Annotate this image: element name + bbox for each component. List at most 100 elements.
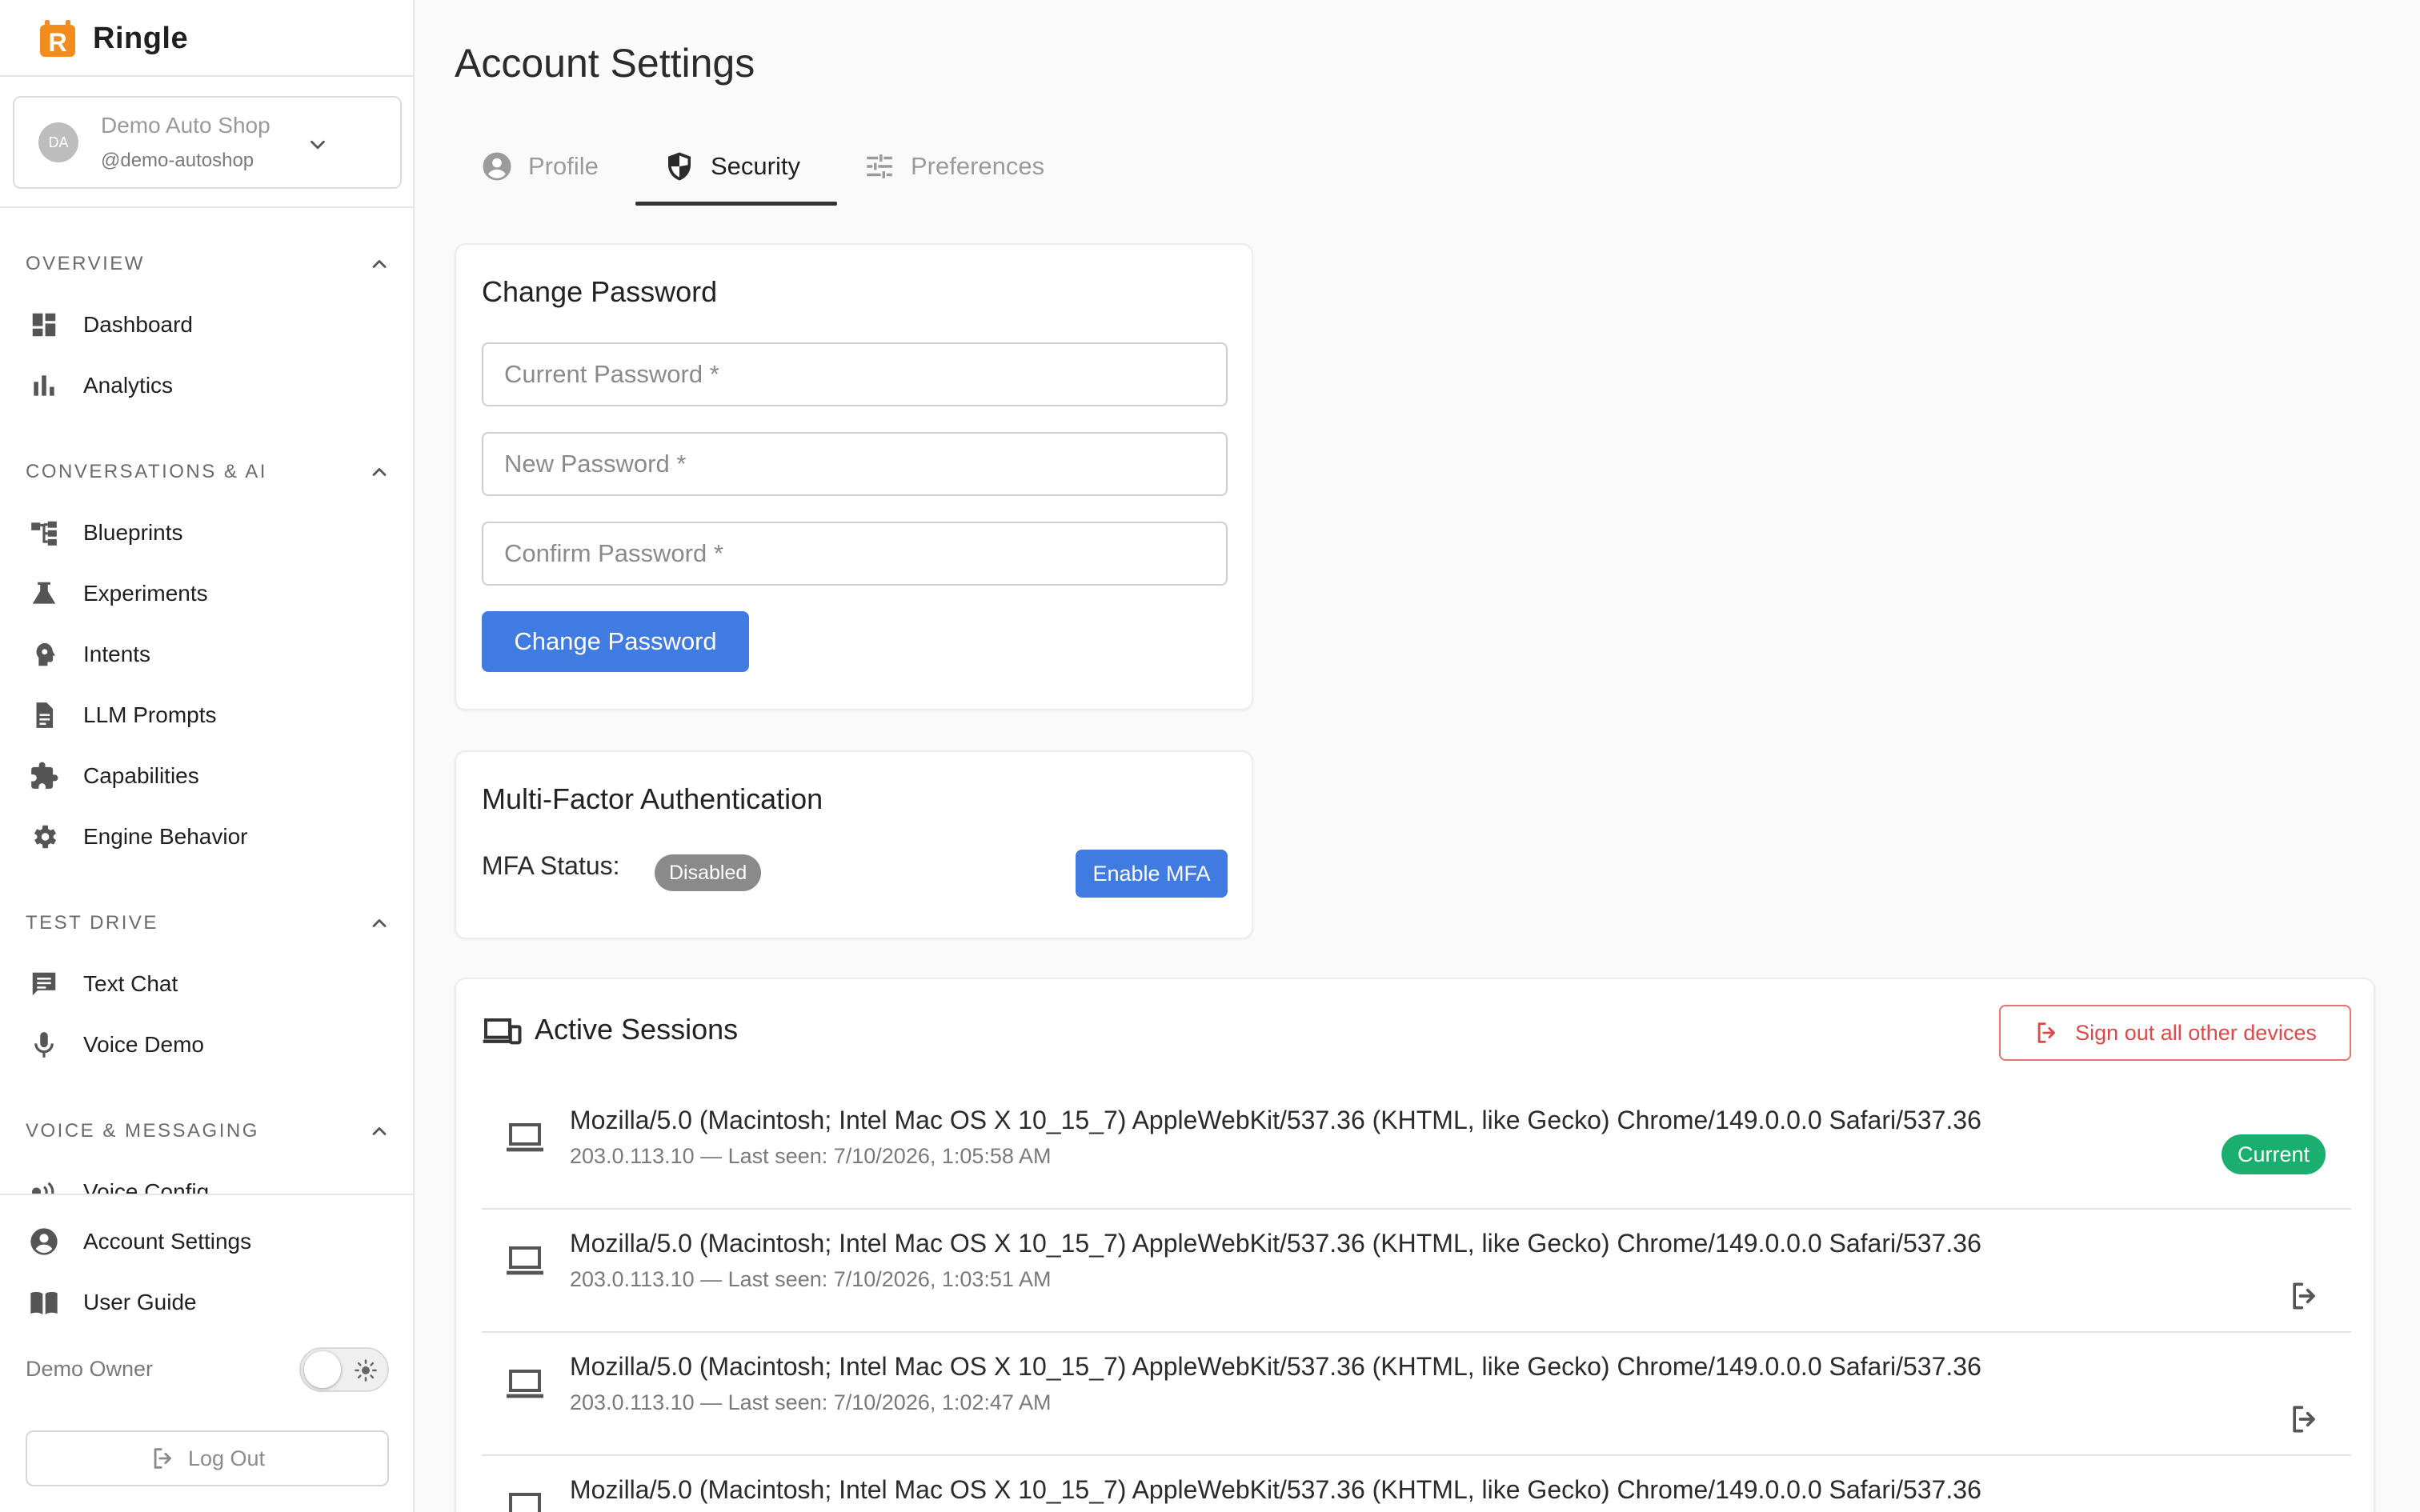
- chevron-up-icon: [372, 468, 387, 476]
- sidebar-item-dashboard[interactable]: Dashboard: [0, 299, 413, 350]
- voice-waves-icon: [27, 1175, 61, 1194]
- logout-icon: [2037, 1022, 2056, 1043]
- sign-out-all-label: Sign out all other devices: [2075, 1020, 2317, 1045]
- section-title: CONVERSATIONS & AI: [26, 461, 267, 482]
- book-icon: [27, 1286, 61, 1319]
- session-row: Mozilla/5.0 (Macintosh; Intel Mac OS X 1…: [482, 1210, 2351, 1333]
- microphone-icon: [27, 1028, 61, 1062]
- laptop-icon: [507, 1123, 543, 1152]
- sidebar-item-voice-config[interactable]: Voice Config: [0, 1166, 413, 1194]
- session-meta: 203.0.113.10 — Last seen: 7/10/2026, 1:0…: [570, 1144, 1052, 1168]
- session-meta: 203.0.113.10 — Last seen: 7/10/2026, 1:0…: [570, 1390, 1052, 1414]
- sidebar-nav[interactable]: OVERVIEW Dashboard Analytics CONVERSATIO…: [0, 208, 413, 1194]
- session-row: Mozilla/5.0 (Macintosh; Intel Mac OS X 1…: [482, 1086, 2351, 1210]
- active-tab-indicator: [635, 202, 837, 206]
- sidebar-item-label: Text Chat: [83, 971, 178, 996]
- tab-security[interactable]: Security: [663, 128, 800, 205]
- sidebar: R Ringle DA Demo Auto Shop @demo-autosho…: [0, 0, 415, 1512]
- section-header-overview[interactable]: OVERVIEW: [26, 248, 391, 280]
- tab-preferences[interactable]: Preferences: [863, 128, 1044, 205]
- new-password-field[interactable]: [482, 432, 1228, 496]
- org-switcher[interactable]: DA Demo Auto Shop @demo-autoshop: [13, 96, 402, 189]
- chevron-up-icon: [372, 919, 387, 927]
- theme-toggle[interactable]: [299, 1347, 389, 1392]
- user-name: Demo Owner: [26, 1357, 154, 1381]
- brand[interactable]: R Ringle: [38, 16, 188, 61]
- logout-button[interactable]: Log Out: [26, 1430, 389, 1486]
- sidebar-item-account-settings[interactable]: Account Settings: [0, 1216, 413, 1267]
- sidebar-item-label: Dashboard: [83, 312, 193, 337]
- section-title: TEST DRIVE: [26, 912, 158, 934]
- shield-icon: [668, 152, 691, 181]
- sidebar-item-label: Experiments: [83, 581, 208, 606]
- sidebar-item-label: Voice Demo: [83, 1032, 204, 1057]
- chat-icon: [27, 967, 61, 1001]
- logout-icon: [154, 1448, 171, 1469]
- account-circle-icon: [483, 152, 511, 181]
- revoke-session-icon[interactable]: [2287, 1278, 2322, 1314]
- sidebar-item-label: Engine Behavior: [83, 824, 248, 849]
- sidebar-item-blueprints[interactable]: Blueprints: [0, 507, 413, 558]
- session-user-agent: Mozilla/5.0 (Macintosh; Intel Mac OS X 1…: [570, 1475, 1981, 1504]
- org-handle: @demo-autoshop: [101, 150, 254, 171]
- sidebar-item-llm-prompts[interactable]: LLM Prompts: [0, 690, 413, 741]
- flow-tree-icon: [27, 516, 61, 550]
- session-row: Mozilla/5.0 (Macintosh; Intel Mac OS X 1…: [482, 1333, 2351, 1456]
- revoke-session-icon[interactable]: [2287, 1402, 2322, 1437]
- session-row: Mozilla/5.0 (Macintosh; Intel Mac OS X 1…: [482, 1456, 2351, 1512]
- sidebar-item-label: Analytics: [83, 373, 174, 398]
- toggle-knob: [304, 1351, 341, 1388]
- bar-chart-icon: [27, 369, 61, 402]
- sun-icon: [355, 1359, 377, 1382]
- sidebar-item-capabilities[interactable]: Capabilities: [0, 750, 413, 802]
- sign-out-all-button[interactable]: Sign out all other devices: [1999, 1005, 2351, 1061]
- sidebar-item-voice-demo[interactable]: Voice Demo: [0, 1019, 413, 1070]
- tab-profile[interactable]: Profile: [480, 128, 599, 205]
- sidebar-item-label: Voice Config: [83, 1179, 210, 1194]
- puzzle-icon: [27, 759, 61, 793]
- sidebar-item-label: Account Settings: [83, 1229, 252, 1254]
- sidebar-item-analytics[interactable]: Analytics: [0, 360, 413, 411]
- sidebar-item-text-chat[interactable]: Text Chat: [0, 958, 413, 1010]
- section-header-test-drive[interactable]: TEST DRIVE: [26, 907, 391, 939]
- session-user-agent: Mozilla/5.0 (Macintosh; Intel Mac OS X 1…: [570, 1229, 1981, 1258]
- psychology-head-icon: [27, 638, 61, 671]
- document-icon: [27, 698, 61, 732]
- enable-mfa-button[interactable]: Enable MFA: [1076, 850, 1228, 898]
- flask-icon: [27, 577, 61, 610]
- session-meta: 203.0.113.10 — Last seen: 7/10/2026, 1:0…: [570, 1267, 1052, 1291]
- card-title: Multi-Factor Authentication: [482, 782, 823, 815]
- laptop-icon: [507, 1246, 543, 1275]
- tune-icon: [867, 154, 892, 178]
- sidebar-item-engine-behavior[interactable]: Engine Behavior: [0, 811, 413, 862]
- devices-icon: [483, 1018, 522, 1045]
- app-name: Ringle: [93, 21, 189, 55]
- laptop-icon: [509, 1493, 541, 1512]
- sidebar-item-label: User Guide: [83, 1290, 197, 1314]
- sidebar-item-label: Intents: [83, 642, 151, 666]
- sidebar-item-label: Blueprints: [83, 520, 183, 545]
- sidebar-item-label: Capabilities: [83, 763, 199, 788]
- ringle-logo-icon: R: [40, 20, 75, 57]
- tab-label: Security: [711, 152, 800, 180]
- gear-icon: [27, 820, 61, 854]
- page-title: Account Settings: [455, 41, 755, 86]
- org-avatar: DA: [38, 122, 78, 162]
- section-header-conversations-ai[interactable]: CONVERSATIONS & AI: [26, 456, 391, 488]
- chevron-up-icon: [372, 1127, 387, 1135]
- sidebar-item-intents[interactable]: Intents: [0, 629, 413, 680]
- current-session-badge: Current: [2221, 1134, 2326, 1174]
- sidebar-item-experiments[interactable]: Experiments: [0, 568, 413, 619]
- session-user-agent: Mozilla/5.0 (Macintosh; Intel Mac OS X 1…: [570, 1352, 1981, 1381]
- confirm-password-field[interactable]: [482, 522, 1228, 586]
- session-user-agent: Mozilla/5.0 (Macintosh; Intel Mac OS X 1…: [570, 1106, 1981, 1134]
- mfa-card: Multi-Factor Authentication MFA Status: …: [455, 750, 1253, 939]
- card-title: Change Password: [482, 275, 718, 308]
- section-header-voice-messaging[interactable]: VOICE & MESSAGING: [26, 1115, 391, 1147]
- section-title: OVERVIEW: [26, 253, 145, 274]
- current-password-field[interactable]: [482, 342, 1228, 406]
- card-title: Active Sessions: [535, 1013, 739, 1046]
- change-password-button[interactable]: Change Password: [482, 611, 749, 672]
- logout-label: Log Out: [187, 1446, 266, 1470]
- sidebar-item-user-guide[interactable]: User Guide: [0, 1277, 413, 1328]
